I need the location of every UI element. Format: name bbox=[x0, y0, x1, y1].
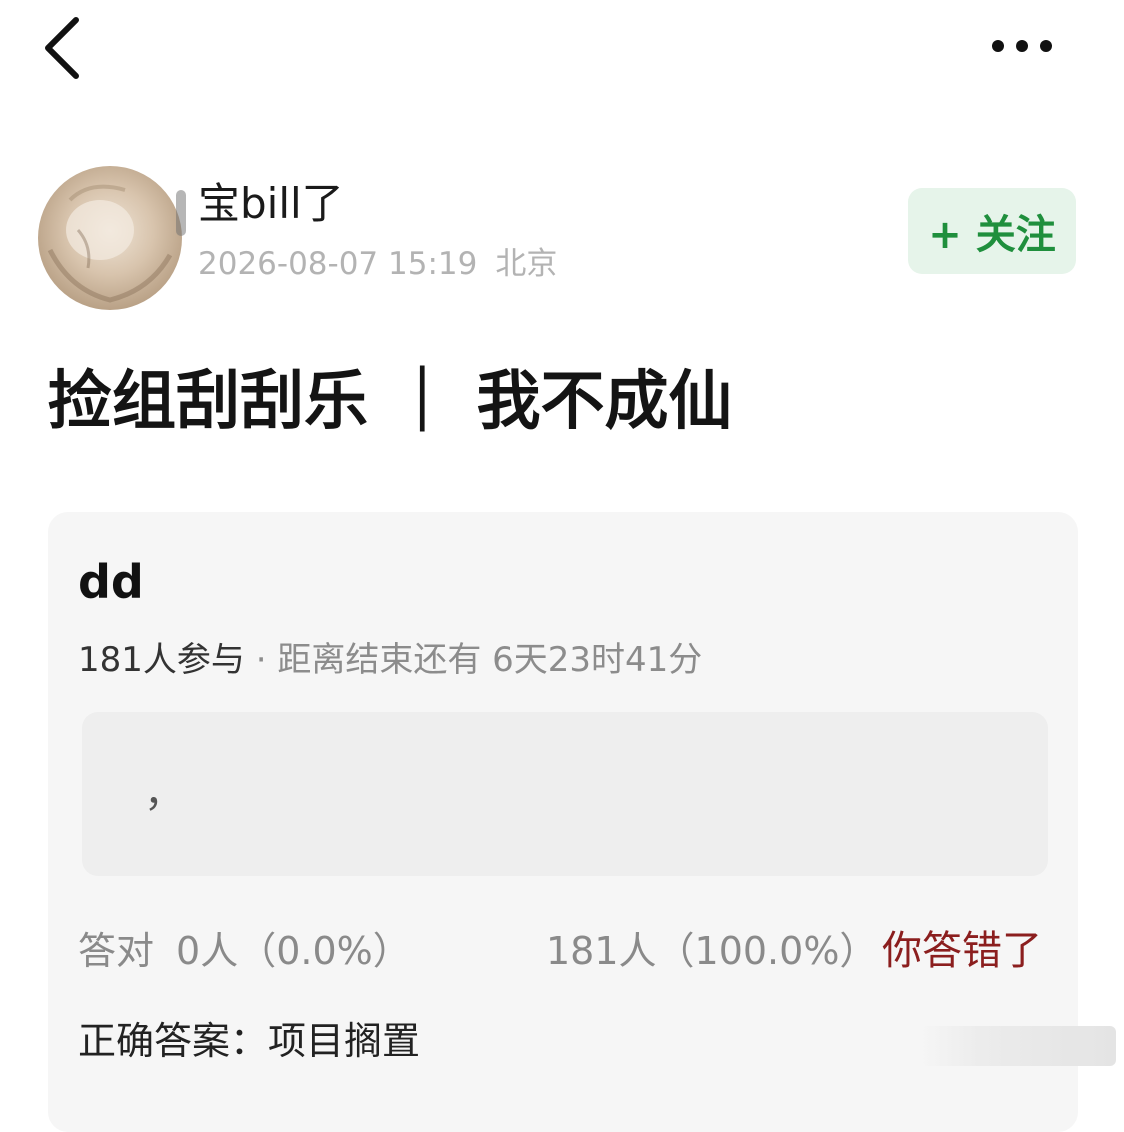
answer-value: 项目搁置 bbox=[268, 1019, 421, 1063]
participant-count: 181人参与 bbox=[78, 640, 245, 680]
author-name[interactable]: 宝bill了 bbox=[198, 176, 344, 232]
watermark-blur bbox=[920, 1026, 1116, 1066]
answer-label: 正确答案： bbox=[78, 1019, 269, 1063]
correct-count: 0人（0.0%） bbox=[176, 929, 411, 973]
post-meta: 2026-08-07 15:19 北京 bbox=[198, 242, 557, 286]
countdown: 距离结束还有 6天23时41分 bbox=[277, 640, 703, 680]
quiz-info: 181人参与 · 距离结束还有 6天23时41分 bbox=[78, 638, 702, 682]
correct-stat: 答对 0人（0.0%） bbox=[78, 926, 411, 976]
info-separator: · bbox=[244, 640, 278, 680]
more-horizontal-icon bbox=[992, 40, 1052, 52]
back-button[interactable] bbox=[36, 12, 96, 82]
follow-button[interactable]: + 关注 bbox=[908, 188, 1076, 274]
more-button[interactable] bbox=[982, 26, 1066, 66]
correct-answer: 正确答案：项目搁置 bbox=[78, 1016, 420, 1066]
post-location: 北京 bbox=[495, 246, 558, 282]
quiz-option[interactable]: ， bbox=[82, 712, 1048, 876]
chevron-left-icon bbox=[45, 17, 79, 79]
result-label: 你答错了 bbox=[882, 928, 1042, 974]
avatar-image bbox=[38, 166, 186, 310]
correct-label: 答对 bbox=[78, 929, 155, 973]
avatar[interactable] bbox=[30, 160, 190, 315]
post-date: 2026-08-07 15:19 bbox=[198, 246, 478, 282]
post-title: 捡组刮刮乐 ｜ 我不成仙 bbox=[48, 365, 733, 439]
quiz-title: dd bbox=[78, 555, 144, 609]
quiz-option-text: ， bbox=[144, 770, 184, 816]
wrong-stat: 181人（100.0%） bbox=[546, 929, 878, 973]
